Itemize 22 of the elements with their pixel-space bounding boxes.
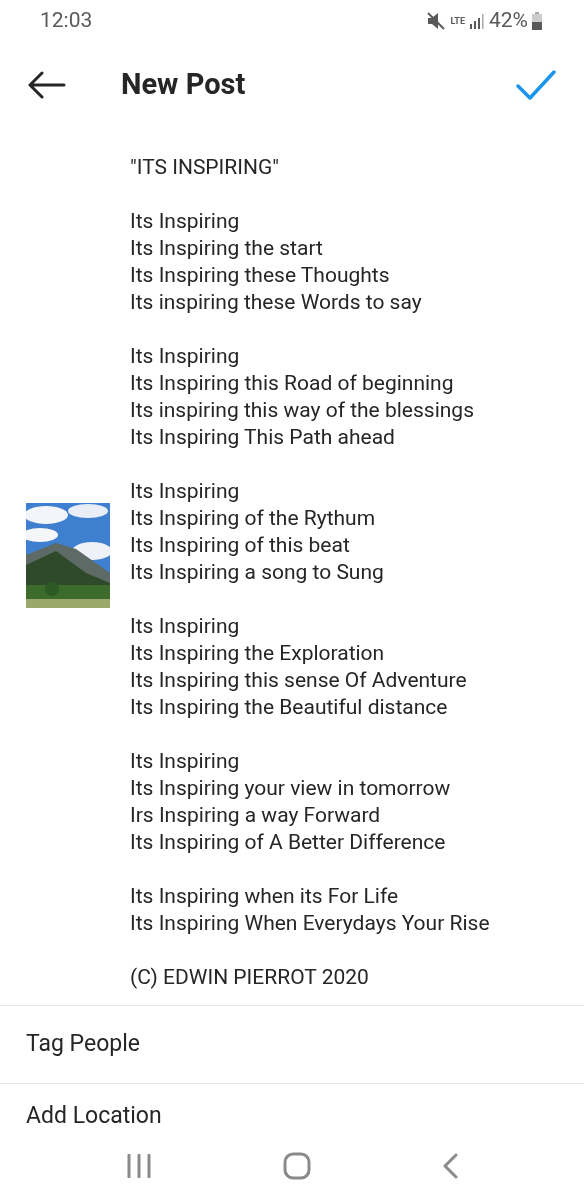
battery-icon <box>532 12 542 30</box>
caption-paragraph: "ITS INSPIRING" <box>130 154 280 181</box>
caption-paragraph: Its Inspiring Its Inspiring of the Rythum Its Inspiring of this beat Its Inspiring a song to Sung <box>130 478 385 586</box>
check-icon[interactable] <box>516 70 556 100</box>
status-time: 12:03 <box>40 7 93 35</box>
back-arrow-icon[interactable] <box>28 71 66 99</box>
caption-paragraph: Its Inspiring when its For Life Its Inspiring When Everydays Your Rise <box>130 883 490 937</box>
caption-paragraph: Its Inspiring Its Inspiring this Road of beginning Its inspiring this way of the blessings Its Inspiring This Path ahead <box>130 343 475 451</box>
screen-title: New Post <box>121 66 247 104</box>
caption-paragraph: (C) EDWIN PIERROT 2020 <box>130 964 370 991</box>
home-icon[interactable] <box>283 1152 311 1180</box>
recent-apps-icon[interactable] <box>125 1154 152 1178</box>
option-row[interactable]: Tag People <box>26 1027 140 1062</box>
caption-paragraph: Its Inspiring Its Inspiring your view in tomorrow Irs Inspiring a way Forward Its Inspiring of A Better Difference <box>130 748 452 856</box>
battery-percent: 42% <box>489 7 528 35</box>
caption-paragraph: Its Inspiring Its Inspiring the Exploration Its Inspiring this sense Of Adventure Its Inspiring the Beautiful distance <box>130 613 468 721</box>
signal-icon <box>469 13 485 29</box>
caption-paragraph: Its Inspiring Its Inspiring the start Its Inspiring these Thoughts Its inspiring these Words to say <box>130 208 423 316</box>
mute-icon <box>426 12 447 30</box>
option-row[interactable]: Add Location <box>26 1102 558 1130</box>
network-type: LTE <box>450 16 465 26</box>
back-icon[interactable] <box>442 1153 459 1179</box>
